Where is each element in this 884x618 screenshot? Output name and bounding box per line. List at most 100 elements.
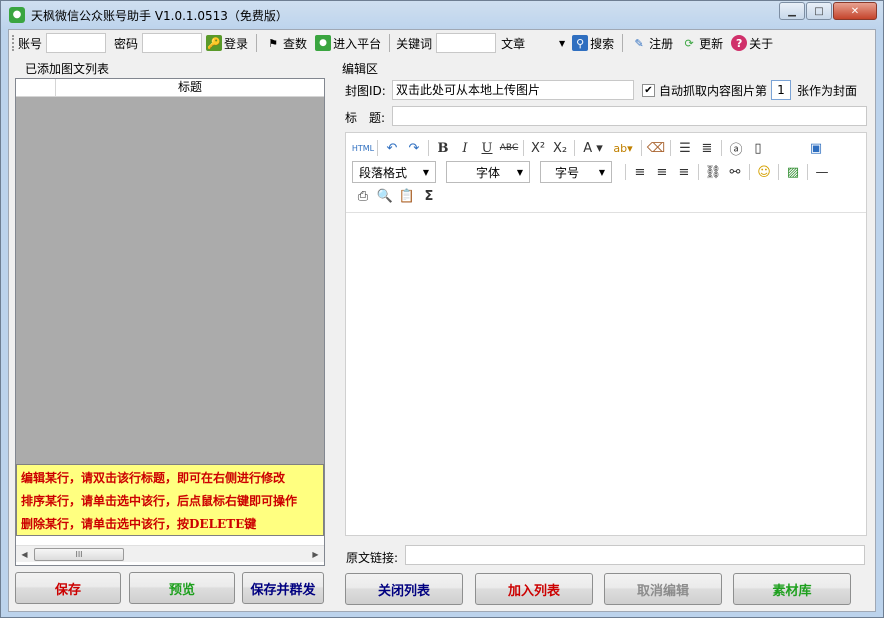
- unordered-list-icon[interactable]: ≣: [696, 138, 718, 158]
- align-right-icon[interactable]: ≡: [673, 162, 695, 182]
- strikethrough-icon[interactable]: ABC: [498, 138, 520, 158]
- emoticon-icon[interactable]: ☺: [753, 162, 775, 182]
- html-source-icon[interactable]: HTML: [352, 138, 374, 158]
- count-button[interactable]: ⚑ 查数: [265, 35, 307, 52]
- client-area: 账号 密码 🔑 登录 ⚑ 查数 ● 进入平台 关键词 文章 ▼ ⚲ 搜索 ✎ 注…: [8, 29, 876, 612]
- close-list-button[interactable]: 关闭列表: [345, 573, 463, 605]
- unlink-icon[interactable]: ⚯: [724, 162, 746, 182]
- wechat-icon: ●: [315, 35, 332, 51]
- cover-id-field[interactable]: 双击此处可从本地上传图片: [392, 80, 634, 100]
- align-center-icon[interactable]: ≡: [651, 162, 673, 182]
- list-rows-area[interactable]: [16, 97, 324, 464]
- toolbar-separator: [622, 34, 624, 52]
- column-header-title[interactable]: 标题: [56, 79, 324, 96]
- editor-separator: [428, 140, 429, 156]
- account-input[interactable]: [46, 33, 107, 53]
- eraser-icon[interactable]: ⌫: [645, 138, 667, 158]
- save-button[interactable]: 保存: [15, 572, 121, 604]
- cover-id-label: 封图ID:: [345, 84, 386, 98]
- scroll-left-icon[interactable]: ◀: [16, 546, 33, 563]
- editor-separator: [641, 140, 642, 156]
- article-list[interactable]: 标题 编辑某行，请双击该行标题，即可在右侧进行修改 排序某行，请单击选中该行，后…: [15, 78, 325, 566]
- source-link-field[interactable]: [405, 545, 865, 565]
- password-input[interactable]: [142, 33, 203, 53]
- source-link-label: 原文链接:: [346, 551, 399, 565]
- save-send-button[interactable]: 保存并群发: [242, 572, 324, 604]
- horizontal-rule-icon[interactable]: —: [811, 162, 833, 182]
- title-label: 标 题:: [345, 111, 386, 125]
- cancel-edit-button[interactable]: 取消编辑: [604, 573, 722, 605]
- ordered-list-icon[interactable]: ☰: [674, 138, 696, 158]
- enter-platform-button[interactable]: ● 进入平台: [315, 35, 381, 52]
- about-label: 关于: [749, 36, 774, 51]
- preview-icon[interactable]: 🔍: [374, 186, 396, 206]
- paste-icon[interactable]: 📋: [396, 186, 418, 206]
- bold-icon[interactable]: B: [432, 138, 454, 158]
- paragraph-format-dropdown[interactable]: 段落格式 ▼: [352, 161, 436, 183]
- register-label: 注册: [649, 36, 674, 51]
- align-left-icon[interactable]: ≡: [629, 162, 651, 182]
- font-color-icon[interactable]: A ▾: [578, 138, 608, 158]
- help-icon: ?: [731, 35, 748, 51]
- anchor-icon[interactable]: ⓐ: [725, 138, 747, 158]
- keyword-input[interactable]: [436, 33, 497, 53]
- image-icon[interactable]: ▨: [782, 162, 804, 182]
- editor-separator: [625, 164, 626, 180]
- add-to-list-button[interactable]: 加入列表: [475, 573, 593, 605]
- underline-icon[interactable]: U: [476, 138, 498, 158]
- title-bar[interactable]: ● 天枫微信公众账号助手 V1.0.1.0513（免费版） ▁ □ ✕: [1, 1, 883, 29]
- redo-icon[interactable]: ↷: [403, 138, 425, 158]
- type-select[interactable]: 文章 ▼: [496, 33, 569, 53]
- preview-button[interactable]: 预览: [129, 572, 235, 604]
- rich-text-editor: HTML ↶ ↷ B I U ABC X² X₂ A ▾ ab▾ ⌫ ☰ ≣ ⓐ…: [345, 132, 867, 536]
- app-window: ● 天枫微信公众账号助手 V1.0.1.0513（免费版） ▁ □ ✕ 账号 密…: [0, 0, 884, 618]
- register-button[interactable]: ✎ 注册: [631, 35, 674, 52]
- scroll-thumb[interactable]: III: [34, 548, 124, 561]
- toolbar-grip[interactable]: [12, 35, 16, 51]
- auto-grab-label: 自动抓取内容图片第: [659, 84, 768, 98]
- editor-separator: [749, 164, 750, 180]
- toolbar-separator: [256, 34, 258, 52]
- italic-icon[interactable]: I: [454, 138, 476, 158]
- horizontal-scrollbar[interactable]: ◀ III ▶: [16, 545, 324, 562]
- close-button[interactable]: ✕: [833, 2, 877, 20]
- hint-edit: 编辑某行，请双击该行标题，即可在右侧进行修改: [21, 471, 286, 485]
- print-icon[interactable]: ⎙: [352, 186, 374, 206]
- search-button[interactable]: ⚲ 搜索: [572, 35, 614, 52]
- editor-separator: [574, 140, 575, 156]
- title-field[interactable]: [392, 106, 867, 126]
- formula-icon[interactable]: Σ: [418, 186, 440, 206]
- main-toolbar: 账号 密码 🔑 登录 ⚑ 查数 ● 进入平台 关键词 文章 ▼ ⚲ 搜索 ✎ 注…: [9, 30, 875, 56]
- key-icon: 🔑: [206, 35, 223, 51]
- fullscreen-icon[interactable]: ▣: [805, 138, 827, 158]
- editor-separator: [778, 164, 779, 180]
- undo-icon[interactable]: ↶: [381, 138, 403, 158]
- editor-separator: [721, 140, 722, 156]
- scroll-right-icon[interactable]: ▶: [307, 546, 324, 563]
- register-icon: ✎: [634, 36, 644, 50]
- superscript-icon[interactable]: X²: [527, 138, 549, 158]
- keyword-label: 关键词: [396, 36, 433, 51]
- editor-separator: [523, 140, 524, 156]
- update-label: 更新: [699, 36, 724, 51]
- window-controls: ▁ □ ✕: [778, 2, 877, 20]
- maximize-button[interactable]: □: [806, 2, 832, 20]
- highlight-icon[interactable]: ab▾: [608, 138, 638, 158]
- editor-content-area[interactable]: [346, 213, 866, 535]
- editor-separator: [698, 164, 699, 180]
- about-button[interactable]: ? 关于: [731, 35, 773, 52]
- update-button[interactable]: ⟳ 更新: [681, 35, 724, 52]
- auto-grab-index-field[interactable]: 1: [771, 80, 791, 100]
- editor-toolbar-row2: 段落格式 ▼ 字体 ▼ 字号 ▼ ≡ ≡ ≡ ⛓ ⚯ ☺ ▨ —: [352, 161, 833, 183]
- auto-grab-checkbox[interactable]: ✔: [642, 84, 655, 97]
- minimize-button[interactable]: ▁: [779, 2, 805, 20]
- row-header-cell: [16, 79, 56, 96]
- font-family-dropdown[interactable]: 字体 ▼: [446, 161, 530, 183]
- subscript-icon[interactable]: X₂: [549, 138, 571, 158]
- font-size-dropdown[interactable]: 字号 ▼: [540, 161, 612, 183]
- blank-page-icon[interactable]: ▯: [747, 138, 769, 158]
- login-button[interactable]: 🔑 登录: [206, 35, 248, 52]
- link-icon[interactable]: ⛓: [702, 162, 724, 182]
- editor-separator: [670, 140, 671, 156]
- material-library-button[interactable]: 素材库: [733, 573, 851, 605]
